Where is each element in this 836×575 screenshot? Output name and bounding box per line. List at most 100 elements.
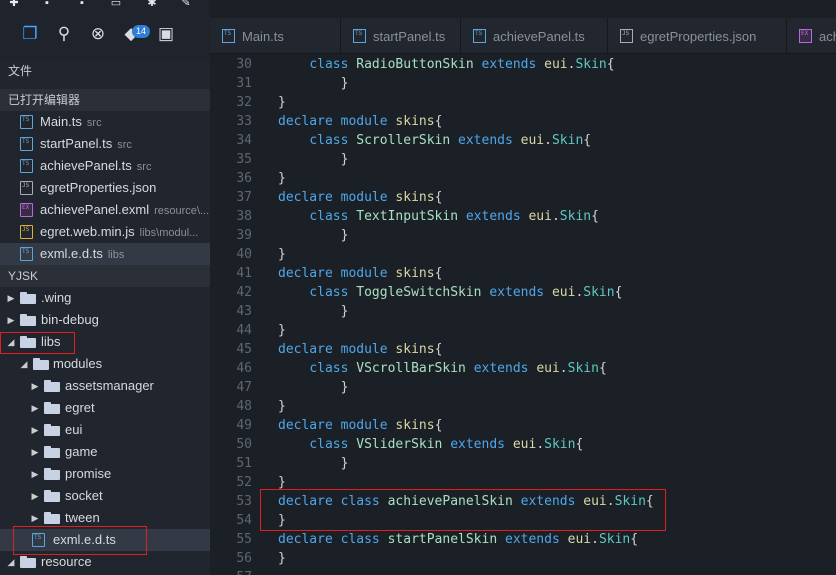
debug-panel-icon[interactable]: ▣ [155, 23, 177, 45]
exml-file-icon: EX [799, 29, 812, 43]
file-name: exml.e.d.ts [40, 246, 103, 261]
line-number: 48 [236, 399, 252, 414]
tree-folder[interactable]: ▶ assetsmanager [0, 375, 210, 397]
tab-achievepanel-ts[interactable]: TS achievePanel.ts [461, 18, 608, 53]
code-text: } [278, 475, 286, 490]
ts-file-icon: TS [20, 159, 33, 173]
tree-folder[interactable]: ▶ promise [0, 463, 210, 485]
folder-name: socket [65, 488, 103, 503]
chevron-right-icon: ▶ [31, 425, 39, 435]
tab-label: egretProperties.json [640, 29, 757, 44]
run-icon[interactable]: ▭ [110, 0, 122, 9]
code-line[interactable]: 35 } [210, 150, 836, 169]
tree-folder[interactable]: ▶ socket [0, 485, 210, 507]
code-line[interactable]: 45 declare module skins{ [210, 340, 836, 359]
open-editor-item[interactable]: TS Main.ts src [0, 111, 210, 133]
folder-open-icon [20, 556, 36, 568]
code-line[interactable]: 55 declare class startPanelSkin extends e… [210, 530, 836, 549]
code-line[interactable]: 41 declare module skins{ [210, 264, 836, 283]
open-editor-item[interactable]: JS egret.web.min.js libs\modul... [0, 221, 210, 243]
line-number: 47 [236, 380, 252, 395]
code-text: class ToggleSwitchSkin extends eui.Skin{ [309, 285, 623, 300]
code-text: declare module skins{ [278, 418, 443, 433]
new-file-icon[interactable]: ✚ [8, 0, 20, 9]
tab-egretproperties-json[interactable]: JS egretProperties.json [608, 18, 787, 53]
code-line[interactable]: 46 class VScrollBarSkin extends eui.Skin… [210, 359, 836, 378]
folder-name: .wing [41, 290, 72, 305]
folder-icon [44, 490, 60, 502]
explorer-icon[interactable]: ❐ [19, 23, 41, 45]
code-line[interactable]: 52} [210, 473, 836, 492]
open-editor-item[interactable]: EX achievePanel.exml resource\... [0, 199, 210, 221]
extensions-icon[interactable]: ⊗ [87, 23, 109, 45]
code-line[interactable]: 42 class ToggleSwitchSkin extends eui.Sk… [210, 283, 836, 302]
open-editor-item[interactable]: JS egretProperties.json [0, 177, 210, 199]
tab-startpanel-ts[interactable]: TS startPanel.ts [341, 18, 461, 53]
code-line[interactable]: 30 class RadioButtonSkin extends eui.Ski… [210, 55, 836, 74]
line-number: 33 [236, 114, 252, 129]
code-line[interactable]: 50 class VSliderSkin extends eui.Skin{ [210, 435, 836, 454]
save-all-icon[interactable]: ▪ [76, 0, 88, 9]
code-line[interactable]: 54} [210, 511, 836, 530]
code-line[interactable]: 49 declare module skins{ [210, 416, 836, 435]
code-line[interactable]: 32} [210, 93, 836, 112]
code-line[interactable]: 48} [210, 397, 836, 416]
code-text: } [278, 171, 286, 186]
file-path-hint: resource\... [154, 205, 210, 217]
code-text: declare class startPanelSkin extends eui… [278, 532, 639, 547]
code-line[interactable]: 39 } [210, 226, 836, 245]
code-line[interactable]: 56} [210, 549, 836, 568]
tree-folder[interactable]: ▶ bin-debug [0, 309, 210, 331]
line-number: 31 [236, 76, 252, 91]
code-line[interactable]: 44} [210, 321, 836, 340]
folder-name: eui [65, 422, 83, 437]
code-text: } [340, 456, 349, 471]
tree-folder[interactable]: ▶ eui [0, 419, 210, 441]
tab-main-ts[interactable]: TS Main.ts [210, 18, 341, 53]
search-icon[interactable]: ⚲ [53, 23, 75, 45]
folder-icon [20, 292, 36, 304]
code-line[interactable]: 33 declare module skins{ [210, 112, 836, 131]
code-text: } [278, 513, 286, 528]
code-line[interactable]: 57 [210, 568, 836, 575]
tree-folder[interactable]: ▶ .wing [0, 287, 210, 309]
code-text: } [278, 247, 286, 262]
code-editor[interactable]: 30 class RadioButtonSkin extends eui.Ski… [210, 54, 836, 575]
open-editor-item-active[interactable]: TS exml.e.d.ts libs [0, 243, 210, 265]
code-line[interactable]: 40} [210, 245, 836, 264]
file-path-hint: src [136, 161, 152, 173]
line-number: 40 [236, 247, 252, 262]
ts-file-icon: TS [20, 115, 33, 129]
code-line[interactable]: 51 } [210, 454, 836, 473]
save-icon[interactable]: ▪ [41, 0, 53, 9]
tree-folder[interactable]: ▶ game [0, 441, 210, 463]
chevron-right-icon: ▶ [7, 315, 15, 325]
code-text: } [278, 399, 286, 414]
code-text: declare module skins{ [278, 114, 443, 129]
project-header[interactable]: YJSK [0, 265, 210, 287]
publish-icon[interactable]: ✎ [180, 0, 192, 9]
folder-icon [44, 512, 60, 524]
code-line[interactable]: 36} [210, 169, 836, 188]
code-line[interactable]: 53 declare class achievePanelSkin extends… [210, 492, 836, 511]
debug-icon[interactable]: ✱ [146, 0, 158, 9]
open-editors-header[interactable]: 已打开编辑器 [0, 89, 210, 111]
folder-name: modules [53, 356, 103, 371]
file-path-hint: libs [107, 249, 125, 261]
code-line[interactable]: 43 } [210, 302, 836, 321]
code-line[interactable]: 34 class ScrollerSkin extends eui.Skin{ [210, 131, 836, 150]
tree-folder[interactable]: ▶ egret [0, 397, 210, 419]
line-number: 55 [236, 532, 252, 547]
folder-name: egret [65, 400, 95, 415]
chevron-right-icon: ▶ [31, 381, 39, 391]
code-line[interactable]: 38 class TextInputSkin extends eui.Skin{ [210, 207, 836, 226]
tree-folder-expanded[interactable]: ◢ modules [0, 353, 210, 375]
open-editor-item[interactable]: TS achievePanel.ts src [0, 155, 210, 177]
tab-achievepanel-exml[interactable]: EX achie [787, 18, 836, 53]
code-line[interactable]: 47 } [210, 378, 836, 397]
exml-file-icon: EX [20, 203, 33, 217]
open-editor-item[interactable]: TS startPanel.ts src [0, 133, 210, 155]
code-line[interactable]: 37 declare module skins{ [210, 188, 836, 207]
code-text: } [340, 76, 349, 91]
code-line[interactable]: 31 } [210, 74, 836, 93]
